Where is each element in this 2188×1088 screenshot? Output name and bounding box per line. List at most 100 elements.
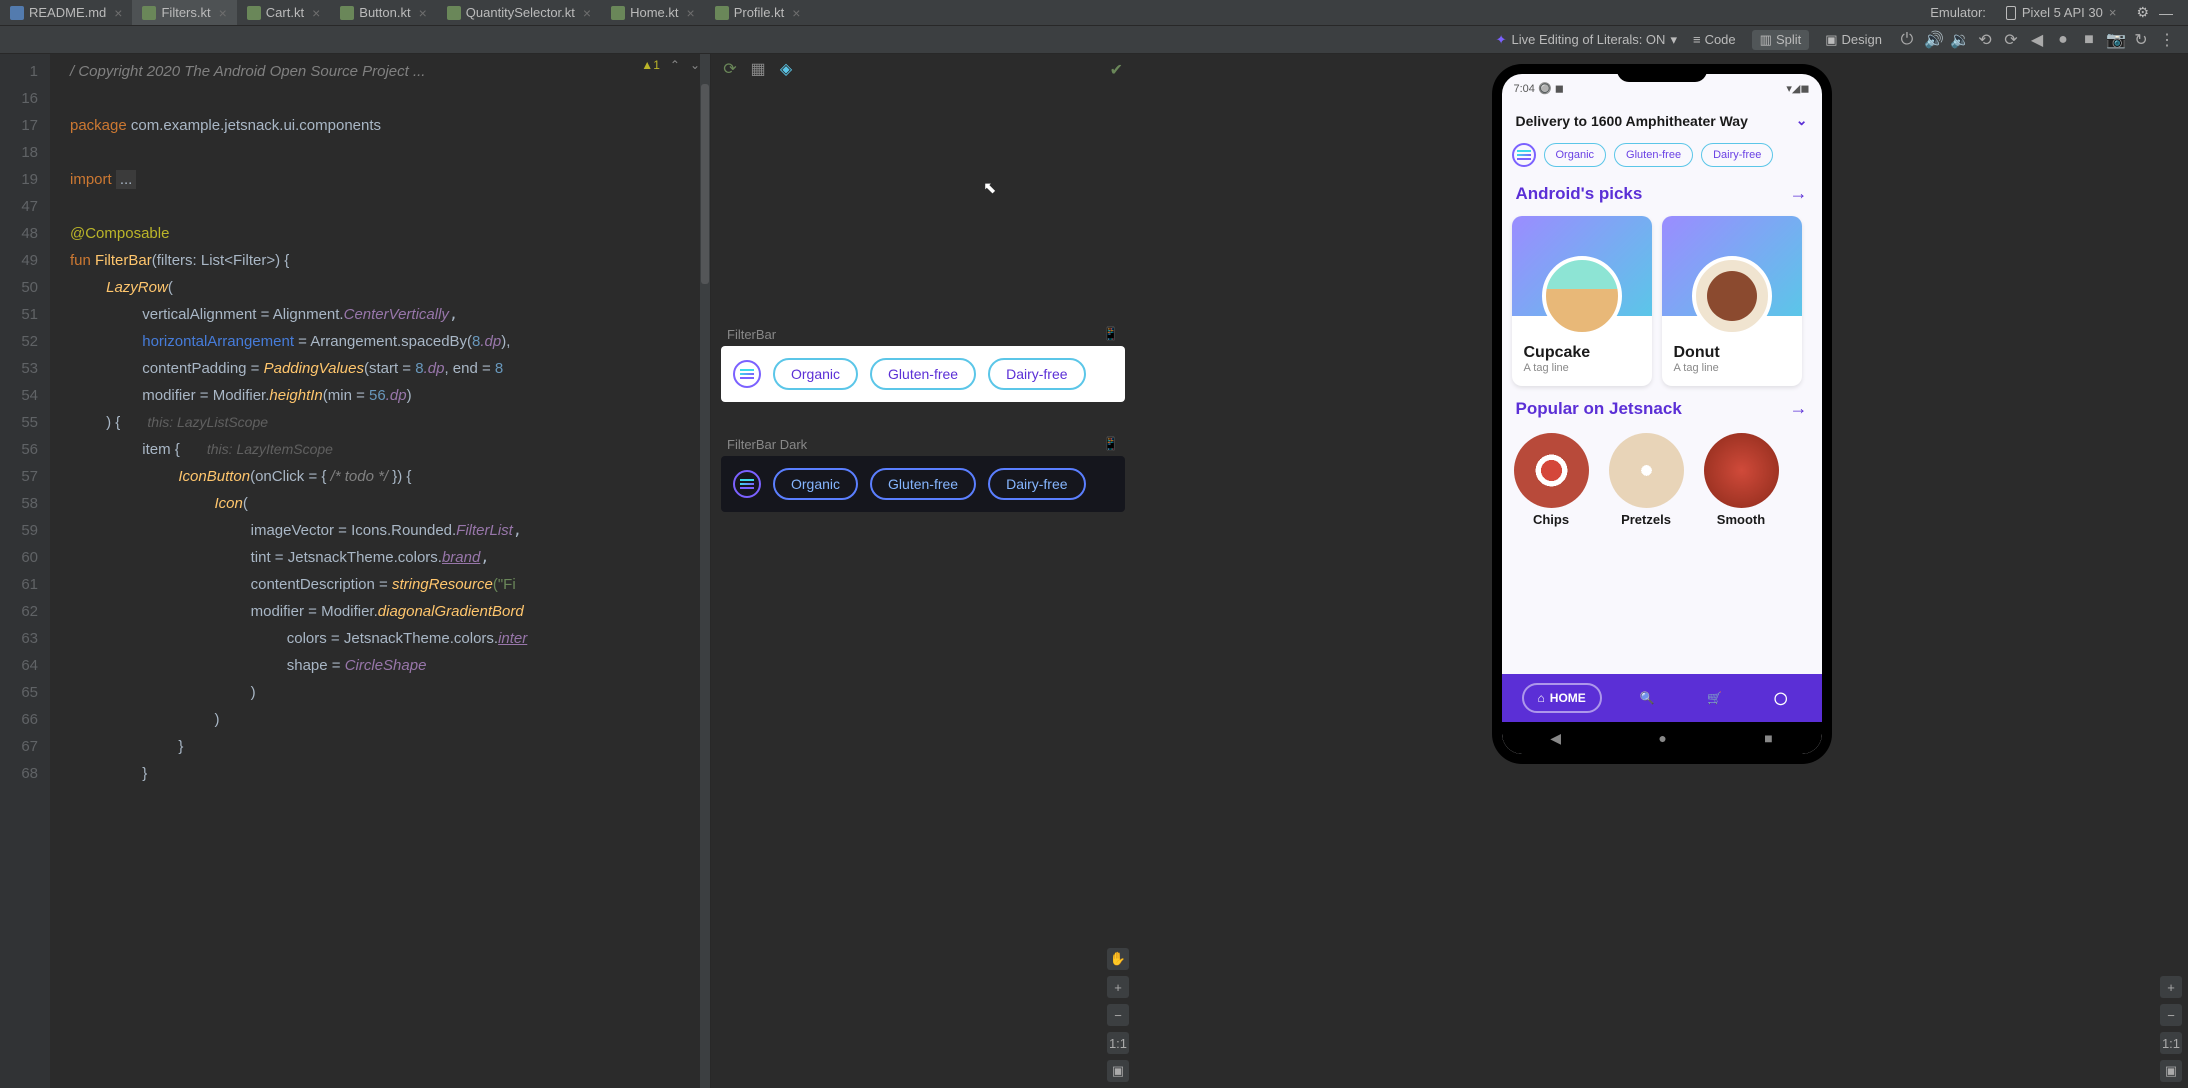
system-nav: ◀ ● ■ [1502, 722, 1822, 754]
preview-title: FilterBar Dark [727, 437, 807, 452]
bottom-nav: ⌂ HOME 🔍 🛒 ◯ [1502, 674, 1822, 722]
sys-back[interactable]: ◀ [1550, 730, 1561, 747]
food-card[interactable]: DonutA tag line [1662, 216, 1802, 386]
circle-item[interactable]: Chips [1514, 433, 1589, 527]
gear-icon[interactable]: ⚙ [2136, 4, 2149, 21]
circle-row[interactable]: Chips Pretzels Smooth [1502, 425, 1822, 535]
prev-highlight-icon[interactable]: ⌃ [670, 58, 680, 72]
close-icon[interactable]: × [114, 5, 122, 21]
food-image [1692, 256, 1772, 336]
fit-icon[interactable]: ▣ [1107, 1060, 1129, 1082]
close-icon[interactable]: × [219, 5, 227, 21]
sys-home[interactable]: ● [1658, 730, 1666, 746]
tab-bar: README.md× Filters.kt× Cart.kt× Button.k… [0, 0, 2188, 26]
close-icon[interactable]: × [2109, 5, 2117, 20]
zoom-in-icon[interactable]: + [1107, 976, 1129, 998]
chip[interactable]: Dairy-free [988, 468, 1085, 500]
warning-badge[interactable]: ▲1 [641, 58, 660, 72]
zoom-out-icon[interactable]: − [2160, 1004, 2182, 1026]
chip[interactable]: Organic [773, 468, 858, 500]
interactive-icon[interactable]: ◈ [777, 60, 795, 78]
nav-profile[interactable]: ◯ [1760, 685, 1801, 711]
chip[interactable]: Dairy-free [988, 358, 1085, 390]
tab-home[interactable]: Home.kt× [601, 0, 705, 25]
device-icon[interactable]: 📱 [1103, 326, 1119, 342]
volume-down-icon[interactable]: 🔉 [1950, 30, 1968, 50]
circle-item[interactable]: Smooth [1704, 433, 1779, 527]
power-icon[interactable]: ⏻ [1898, 31, 1916, 49]
arrow-right-icon[interactable]: → [1790, 398, 1808, 419]
snapshot-icon[interactable]: ↻ [2132, 30, 2150, 50]
phone-screen[interactable]: 7:04 🔘 ◼ ▾◢◼ Delivery to 1600 Amphitheat… [1502, 74, 1822, 754]
deploy-icon[interactable]: ▦ [749, 60, 767, 78]
chip[interactable]: Organic [773, 358, 858, 390]
tab-cart[interactable]: Cart.kt× [237, 0, 330, 25]
back-icon[interactable]: ◀ [2028, 30, 2046, 50]
chip[interactable]: Gluten-free [870, 468, 976, 500]
section-title: Popular on Jetsnack [1516, 399, 1682, 419]
more-icon[interactable]: ⋮ [2158, 30, 2176, 50]
nav-cart[interactable]: 🛒 [1693, 685, 1736, 711]
pan-icon[interactable]: ✋ [1107, 948, 1129, 970]
device-selector[interactable]: Pixel 5 API 30× [1996, 3, 2127, 22]
live-edit-toggle[interactable]: ✦Live Editing of Literals: ON▾ [1496, 32, 1677, 48]
mode-design[interactable]: ▣ Design [1817, 30, 1890, 50]
close-icon[interactable]: × [419, 5, 427, 21]
mode-code[interactable]: ≡ Code [1685, 30, 1744, 49]
close-icon[interactable]: × [312, 5, 320, 21]
kotlin-icon [611, 6, 625, 20]
filter-icon[interactable] [733, 360, 761, 388]
close-icon[interactable]: × [687, 5, 695, 21]
chip[interactable]: Gluten-free [870, 358, 976, 390]
zoom-label[interactable]: 1:1 [1107, 1032, 1129, 1054]
home-icon[interactable]: ● [2054, 31, 2072, 49]
line-gutter: 1161718194748495051525354555657585960616… [0, 54, 50, 1088]
inspection-badges[interactable]: ▲1 ⌃ ⌄ [641, 58, 700, 72]
chevron-down-icon: ▾ [1670, 32, 1677, 48]
fit-icon[interactable]: ▣ [2160, 1060, 2182, 1082]
rotate-left-icon[interactable]: ⟲ [1976, 30, 1994, 50]
status-time: 7:04 [1514, 83, 1535, 95]
scrollbar-thumb[interactable] [701, 84, 709, 284]
arrow-right-icon[interactable]: → [1790, 183, 1808, 204]
food-card[interactable]: CupcakeA tag line [1512, 216, 1652, 386]
close-icon[interactable]: × [792, 5, 800, 21]
refresh-icon[interactable]: ⟳ [721, 60, 739, 78]
nav-home[interactable]: ⌂ HOME [1522, 683, 1602, 713]
overview-icon[interactable]: ■ [2080, 31, 2098, 49]
kotlin-icon [447, 6, 461, 20]
next-highlight-icon[interactable]: ⌄ [690, 58, 700, 72]
tab-quantity[interactable]: QuantitySelector.kt× [437, 0, 601, 25]
chip[interactable]: Dairy-free [1701, 143, 1773, 167]
chip[interactable]: Gluten-free [1614, 143, 1693, 167]
minimize-icon[interactable]: — [2159, 5, 2173, 21]
nav-search[interactable]: 🔍 [1626, 685, 1669, 711]
card-row[interactable]: CupcakeA tag line DonutA tag line [1502, 210, 1822, 392]
code-content[interactable]: / Copyright 2020 The Android Open Source… [50, 54, 710, 1088]
address-selector[interactable]: Delivery to 1600 Amphitheater Way⌄ [1502, 102, 1822, 139]
zoom-out-icon[interactable]: − [1107, 1004, 1129, 1026]
filter-icon[interactable] [1512, 143, 1536, 167]
close-icon[interactable]: × [583, 5, 591, 21]
zoom-label[interactable]: 1:1 [2160, 1032, 2182, 1054]
chip[interactable]: Organic [1544, 143, 1607, 167]
device-icon[interactable]: 📱 [1103, 436, 1119, 452]
camera-icon[interactable]: 📷 [2106, 30, 2124, 50]
food-image [1542, 256, 1622, 336]
circle-item[interactable]: Pretzels [1609, 433, 1684, 527]
zoom-in-icon[interactable]: + [2160, 976, 2182, 998]
code-editor[interactable]: 1161718194748495051525354555657585960616… [0, 54, 710, 1088]
editor-scrollbar[interactable] [700, 54, 710, 1088]
tab-profile[interactable]: Profile.kt× [705, 0, 811, 25]
preview-filterbar-light: Organic Gluten-free Dairy-free [721, 346, 1125, 402]
preview-pane: ⟳ ▦ ◈ ✔ FilterBar📱 Organic Gluten-free D… [710, 54, 1135, 1088]
tab-button[interactable]: Button.kt× [330, 0, 437, 25]
tab-readme[interactable]: README.md× [0, 0, 132, 25]
filter-icon[interactable] [733, 470, 761, 498]
kotlin-icon [247, 6, 261, 20]
sys-overview[interactable]: ■ [1764, 730, 1772, 746]
rotate-right-icon[interactable]: ⟳ [2002, 30, 2020, 50]
mode-split[interactable]: ▥ Split [1752, 30, 1810, 50]
volume-up-icon[interactable]: 🔊 [1924, 30, 1942, 50]
tab-filters[interactable]: Filters.kt× [132, 0, 236, 25]
